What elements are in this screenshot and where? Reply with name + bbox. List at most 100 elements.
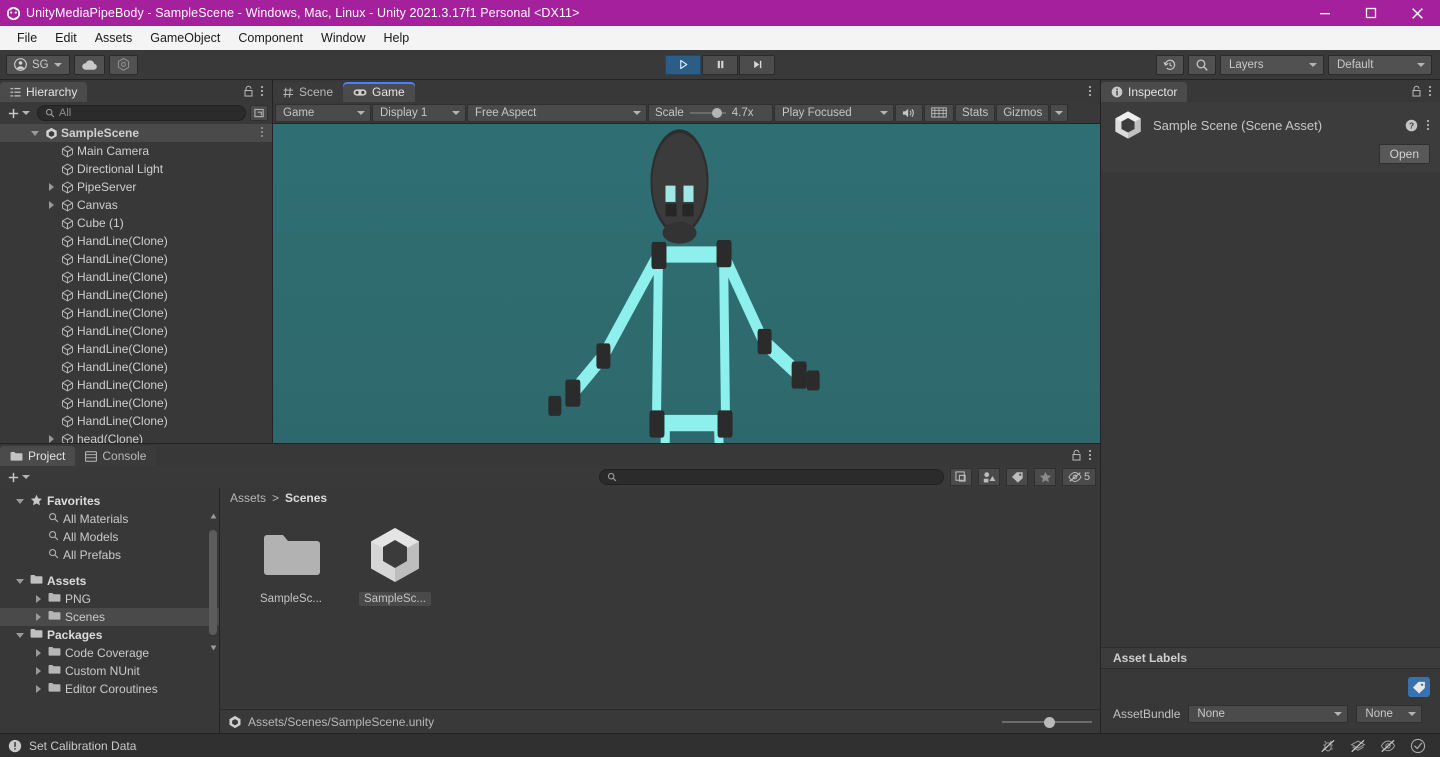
gameview-mode-dropdown[interactable]: Game <box>275 103 371 122</box>
hierarchy-item-pipeserver[interactable]: PipeServer <box>0 178 272 196</box>
expand-arrow-icon[interactable] <box>48 183 54 191</box>
tag-icon[interactable] <box>1408 677 1430 697</box>
preview-off-icon[interactable] <box>1380 739 1396 753</box>
hierarchy-item-handline-clone[interactable]: HandLine(Clone) <box>0 250 272 268</box>
project-tree[interactable]: Favorites All Materials All Models All Pref… <box>0 488 219 698</box>
expand-arrow-icon[interactable] <box>35 613 41 621</box>
maximize-button[interactable] <box>1348 0 1394 26</box>
project-tree-item-favorites[interactable]: Favorites <box>0 492 219 510</box>
step-button[interactable] <box>739 54 775 75</box>
filter-type-button[interactable] <box>978 468 1000 486</box>
hierarchy-item-directional-light[interactable]: Directional Light <box>0 160 272 178</box>
project-tree-item-png[interactable]: PNG <box>0 590 219 608</box>
project-tree-item-all-models[interactable]: All Models <box>0 528 219 546</box>
tab-hierarchy[interactable]: Hierarchy <box>0 82 88 102</box>
lock-icon[interactable] <box>1071 449 1082 461</box>
gizmos-chevron-button[interactable] <box>1050 103 1069 122</box>
collapse-arrow-icon[interactable] <box>16 498 24 504</box>
kebab-icon[interactable] <box>1428 84 1432 98</box>
project-tree-item-all-prefabs[interactable]: All Prefabs <box>0 546 219 564</box>
display-dropdown[interactable]: Display 1 <box>372 103 466 122</box>
undo-history-button[interactable] <box>1156 54 1184 75</box>
collab-button[interactable] <box>108 54 138 75</box>
scrollbar-thumb[interactable] <box>209 530 217 635</box>
hierarchy-item-handline-clone[interactable]: HandLine(Clone) <box>0 322 272 340</box>
tab-project[interactable]: Project <box>0 446 76 466</box>
hierarchy-item-handline-clone[interactable]: HandLine(Clone) <box>0 340 272 358</box>
play-button[interactable] <box>665 54 701 75</box>
filter-label-button[interactable] <box>1006 468 1028 486</box>
help-icon[interactable]: ? <box>1405 119 1418 132</box>
menu-help[interactable]: Help <box>374 28 418 48</box>
hierarchy-item-handline-clone[interactable]: HandLine(Clone) <box>0 412 272 430</box>
favorite-star-button[interactable] <box>1034 468 1056 486</box>
project-tree-item-assets[interactable]: Assets <box>0 572 219 590</box>
minimize-button[interactable] <box>1302 0 1348 26</box>
hierarchy-item-handline-clone[interactable]: HandLine(Clone) <box>0 394 272 412</box>
collapse-arrow-icon[interactable] <box>31 130 39 136</box>
account-dropdown[interactable]: SG <box>6 54 70 75</box>
hidden-packages-button[interactable]: 5 <box>1062 468 1096 486</box>
open-scene-button[interactable]: Open <box>1378 144 1430 164</box>
collapse-arrow-icon[interactable] <box>16 632 24 638</box>
kebab-icon[interactable] <box>1088 448 1092 462</box>
project-tree-item-editor-coroutines[interactable]: Editor Coroutines <box>0 680 219 698</box>
collapse-arrow-icon[interactable] <box>16 578 24 584</box>
hierarchy-item-main-camera[interactable]: Main Camera <box>0 142 272 160</box>
hierarchy-item-handline-clone[interactable]: HandLine(Clone) <box>0 268 272 286</box>
project-create-button[interactable] <box>4 471 33 484</box>
pause-button[interactable] <box>702 54 738 75</box>
expand-arrow-icon[interactable] <box>35 667 41 675</box>
menu-assets[interactable]: Assets <box>86 28 142 48</box>
gizmos-dropdown[interactable]: Gizmos <box>996 103 1050 122</box>
hierarchy-search-input[interactable]: All <box>37 105 246 121</box>
hierarchy-item-handline-clone[interactable]: HandLine(Clone) <box>0 286 272 304</box>
project-tree-item-packages[interactable]: Packages <box>0 626 219 644</box>
scroll-down-arrow-icon[interactable] <box>209 644 217 652</box>
mute-bug-icon[interactable] <box>1320 739 1336 753</box>
scale-slider[interactable]: Scale 4.7x <box>648 103 773 122</box>
asset-folder-samplescene[interactable]: SampleSc... <box>248 524 334 606</box>
zoom-slider-knob[interactable] <box>1044 716 1055 728</box>
scale-slider-track[interactable] <box>689 107 726 118</box>
kebab-icon[interactable] <box>1426 118 1430 132</box>
expand-arrow-icon[interactable] <box>48 201 54 209</box>
project-search-input[interactable] <box>599 469 944 485</box>
thumbnail-size-slider[interactable] <box>1002 716 1092 728</box>
hierarchy-item-handline-clone[interactable]: HandLine(Clone) <box>0 376 272 394</box>
menu-window[interactable]: Window <box>312 28 374 48</box>
hierarchy-item-handline-clone[interactable]: HandLine(Clone) <box>0 304 272 322</box>
project-tree-item-scenes[interactable]: Scenes <box>0 608 219 626</box>
aspect-dropdown[interactable]: Free Aspect <box>467 103 647 122</box>
kebab-icon[interactable] <box>260 126 272 141</box>
tab-inspector[interactable]: Inspector <box>1101 82 1188 102</box>
asset-scene-samplescene[interactable]: SampleSc... <box>352 524 438 606</box>
kebab-icon[interactable] <box>1088 84 1092 98</box>
lock-icon[interactable] <box>1411 85 1422 97</box>
hierarchy-item-handline-clone[interactable]: HandLine(Clone) <box>0 232 272 250</box>
breadcrumb-scenes[interactable]: Scenes <box>285 491 327 505</box>
expand-arrow-icon[interactable] <box>35 649 41 657</box>
tab-console[interactable]: Console <box>75 446 157 466</box>
search-button[interactable] <box>1188 54 1216 75</box>
project-tree-scrollbar[interactable] <box>209 512 217 662</box>
save-search-button[interactable] <box>950 468 972 486</box>
asset-grid[interactable]: SampleSc... SampleSc... <box>220 508 1100 709</box>
breadcrumb-assets[interactable]: Assets <box>230 491 266 505</box>
scale-slider-knob[interactable] <box>711 107 722 118</box>
play-focus-dropdown[interactable]: Play Focused <box>774 103 894 122</box>
expand-arrow-icon[interactable] <box>35 685 41 693</box>
project-tree-item-custom-nunit[interactable]: Custom NUnit <box>0 662 219 680</box>
add-gameobject-button[interactable] <box>4 107 33 120</box>
menu-component[interactable]: Component <box>229 28 312 48</box>
lock-icon[interactable] <box>243 85 254 97</box>
expand-arrow-icon[interactable] <box>48 435 54 443</box>
hierarchy-item-samplescene[interactable]: SampleScene <box>0 124 272 142</box>
project-tree-pane[interactable]: Favorites All Materials All Models All Pref… <box>0 488 220 733</box>
layers-off-icon[interactable] <box>1350 739 1366 753</box>
hierarchy-filter-button[interactable] <box>250 105 268 121</box>
close-button[interactable] <box>1394 0 1440 26</box>
scroll-up-arrow-icon[interactable] <box>209 512 217 520</box>
project-tree-item-all-materials[interactable]: All Materials <box>0 510 219 528</box>
tab-game[interactable]: Game <box>343 82 415 102</box>
